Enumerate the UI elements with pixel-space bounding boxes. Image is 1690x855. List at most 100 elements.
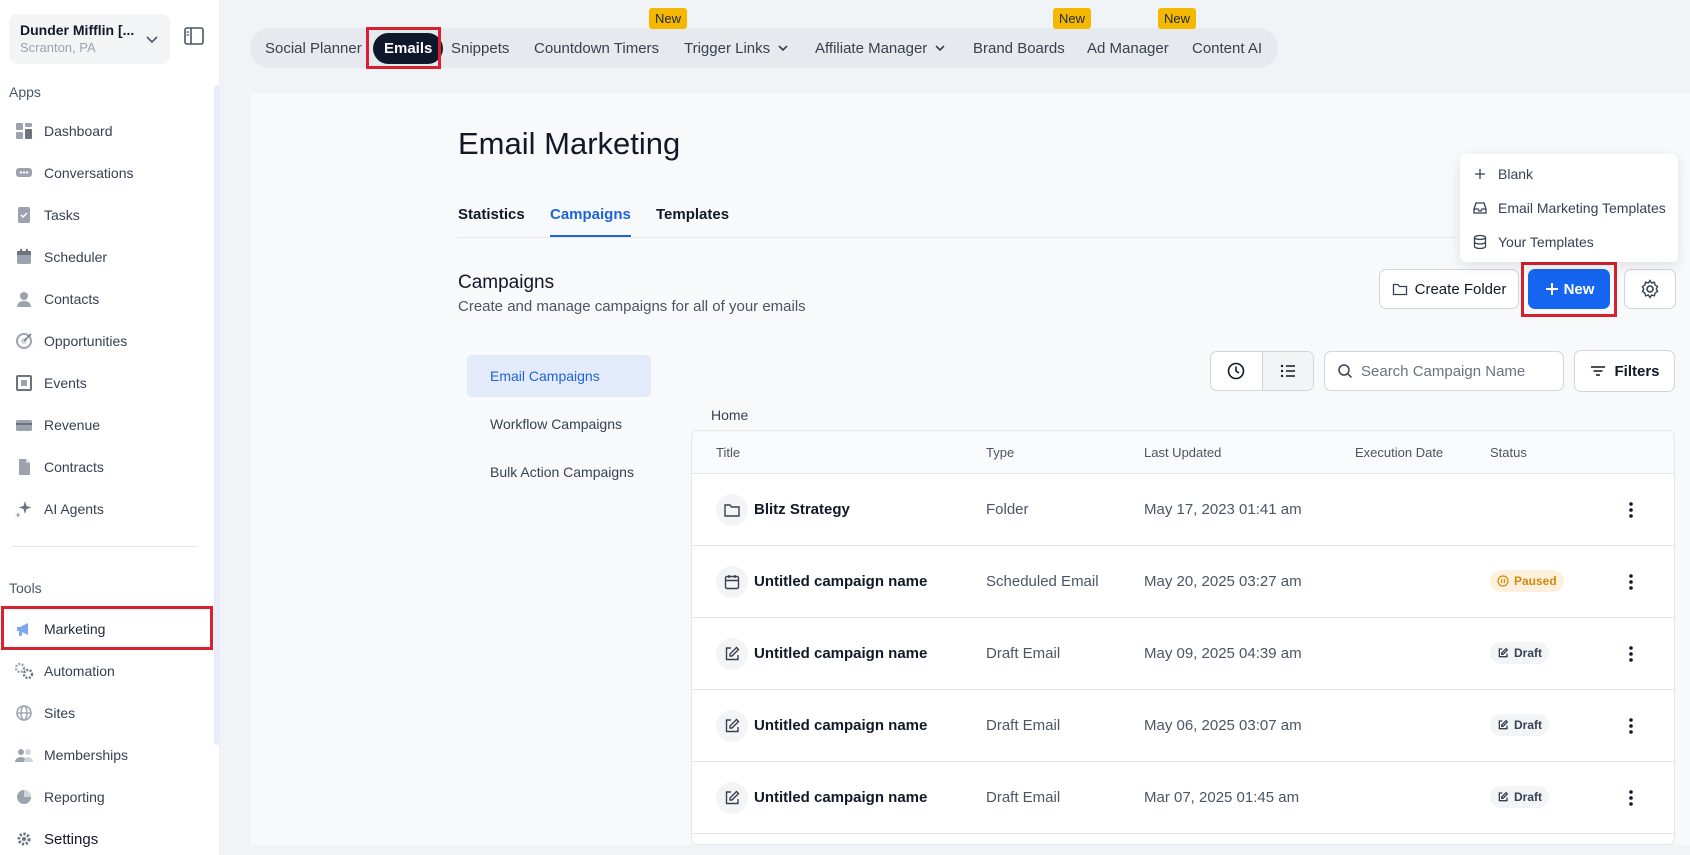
menu-item-label: Email Marketing Templates [1498, 200, 1666, 216]
edit-icon [716, 710, 748, 742]
menu-item-your-templates[interactable]: Your Templates [1472, 228, 1594, 256]
row-title[interactable]: Untitled campaign name [754, 789, 927, 806]
edit-icon [1498, 647, 1509, 658]
column-status[interactable]: Status [1490, 445, 1527, 460]
history-view-button[interactable] [1211, 352, 1262, 390]
sidebar-item-contacts[interactable]: Contacts [0, 278, 212, 320]
table-row[interactable]: Untitled campaign name Draft Email May 0… [692, 690, 1674, 762]
sidebar-item-marketing[interactable]: Marketing [0, 608, 212, 650]
tab-brand-boards[interactable]: Brand Boards [973, 28, 1065, 68]
sidebar-item-automation[interactable]: Automation [0, 650, 212, 692]
tab-ad-manager[interactable]: Ad Manager [1087, 28, 1169, 68]
gear-icon [14, 829, 34, 849]
settings-button[interactable] [1624, 269, 1676, 309]
row-last-updated: May 09, 2025 04:39 am [1144, 645, 1302, 662]
more-options-icon[interactable] [1621, 642, 1641, 666]
filters-button[interactable]: Filters [1574, 350, 1675, 392]
row-title[interactable]: Untitled campaign name [754, 645, 927, 662]
events-icon [14, 373, 34, 393]
sidebar-scrollbar[interactable] [214, 85, 220, 745]
new-badge: New [1158, 8, 1197, 29]
tab-affiliate-manager[interactable]: Affiliate Manager [815, 28, 947, 68]
account-location: Scranton, PA [20, 40, 96, 55]
tab-trigger-links[interactable]: Trigger Links [684, 28, 790, 68]
sidebar-item-settings[interactable]: Settings [0, 818, 212, 855]
menu-item-label: Blank [1498, 166, 1534, 182]
filter-icon [1591, 366, 1606, 376]
menu-item-email-marketing-templates[interactable]: Email Marketing Templates [1472, 194, 1666, 222]
more-options-icon[interactable] [1621, 498, 1641, 522]
row-title[interactable]: Blitz Strategy [754, 501, 850, 518]
new-menu-dropdown: Blank Email Marketing Templates Your Tem… [1460, 154, 1678, 262]
sidebar-item-tasks[interactable]: Tasks [0, 194, 212, 236]
pause-icon [1497, 575, 1509, 587]
tab-statistics[interactable]: Statistics [458, 206, 525, 235]
tab-snippets[interactable]: Snippets [451, 28, 509, 68]
column-execution-date[interactable]: Execution Date [1355, 445, 1443, 460]
sidebar-item-label: Sites [44, 705, 76, 721]
column-title[interactable]: Title [716, 445, 740, 460]
more-options-icon[interactable] [1621, 570, 1641, 594]
sidebar-item-events[interactable]: Events [0, 362, 212, 404]
dashboard-icon [14, 121, 34, 141]
tasks-icon [14, 205, 34, 225]
row-title[interactable]: Untitled campaign name [754, 717, 927, 734]
tab-bulk-action-campaigns[interactable]: Bulk Action Campaigns [467, 451, 651, 493]
breadcrumb[interactable]: Home [711, 407, 748, 423]
tab-social-planner[interactable]: Social Planner [265, 28, 362, 68]
view-toggle [1210, 351, 1314, 391]
create-folder-button[interactable]: Create Folder [1379, 269, 1519, 309]
column-last-updated[interactable]: Last Updated [1144, 445, 1221, 460]
table-row[interactable]: Untitled campaign name Draft Email May 0… [692, 618, 1674, 690]
sidebar-item-contracts[interactable]: Contracts [0, 446, 212, 488]
chevron-down-icon [935, 45, 945, 52]
tab-workflow-campaigns[interactable]: Workflow Campaigns [467, 403, 651, 445]
section-subtitle: Create and manage campaigns for all of y… [458, 298, 806, 315]
status-label: Draft [1514, 718, 1543, 732]
tab-email-campaigns[interactable]: Email Campaigns [467, 355, 651, 397]
search-box [1324, 351, 1564, 391]
table-header: Title Type Last Updated Execution Date S… [692, 431, 1674, 474]
plus-icon [1475, 169, 1485, 179]
campaigns-table: Title Type Last Updated Execution Date S… [691, 430, 1675, 845]
page-tabs: Statistics Campaigns Templates [458, 206, 1458, 238]
sidebar-item-scheduler[interactable]: Scheduler [0, 236, 212, 278]
more-options-icon[interactable] [1621, 714, 1641, 738]
new-badge: New [1053, 8, 1092, 29]
edit-icon [1498, 791, 1509, 802]
sidebar-item-label: Opportunities [44, 333, 128, 349]
collapse-sidebar-icon[interactable] [183, 26, 205, 46]
tab-content-ai[interactable]: Content AI [1192, 28, 1262, 68]
sidebar-item-memberships[interactable]: Memberships [0, 734, 212, 776]
sidebar-item-label: Marketing [44, 621, 106, 637]
tab-campaigns[interactable]: Campaigns [550, 206, 631, 237]
menu-item-blank[interactable]: Blank [1472, 160, 1533, 188]
tab-templates[interactable]: Templates [656, 206, 729, 235]
table-row[interactable]: Blitz Strategy Folder May 17, 2023 01:41… [692, 474, 1674, 546]
table-row[interactable]: Untitled campaign name Draft Email Mar 0… [692, 762, 1674, 834]
tab-countdown-timers[interactable]: Countdown Timers [534, 28, 659, 68]
sidebar-item-revenue[interactable]: Revenue [0, 404, 212, 446]
sidebar-item-sites[interactable]: Sites [0, 692, 212, 734]
search-input[interactable] [1361, 362, 1551, 380]
database-icon [1473, 234, 1487, 250]
table-row[interactable]: Untitled campaign name Scheduled Email M… [692, 546, 1674, 618]
account-switcher[interactable]: Dunder Mifflin [... Scranton, PA [9, 14, 170, 64]
sidebar-item-dashboard[interactable]: Dashboard [0, 110, 212, 152]
more-options-icon[interactable] [1621, 786, 1641, 810]
new-button[interactable]: New [1528, 269, 1610, 309]
sidebar-item-reporting[interactable]: Reporting [0, 776, 212, 818]
clock-icon [1227, 362, 1245, 380]
row-last-updated: May 06, 2025 03:07 am [1144, 717, 1302, 734]
tab-trigger-links-label: Trigger Links [684, 39, 771, 57]
row-type: Draft Email [986, 645, 1061, 662]
sidebar-item-ai-agents[interactable]: AI Agents [0, 488, 212, 530]
row-title[interactable]: Untitled campaign name [754, 573, 927, 590]
new-button-label: New [1563, 280, 1595, 298]
list-view-button[interactable] [1261, 352, 1313, 390]
column-type[interactable]: Type [986, 445, 1014, 460]
tab-emails[interactable]: Emails [373, 28, 444, 68]
sidebar-item-opportunities[interactable]: Opportunities [0, 320, 212, 362]
users-icon [14, 745, 34, 765]
sidebar-item-conversations[interactable]: Conversations [0, 152, 212, 194]
